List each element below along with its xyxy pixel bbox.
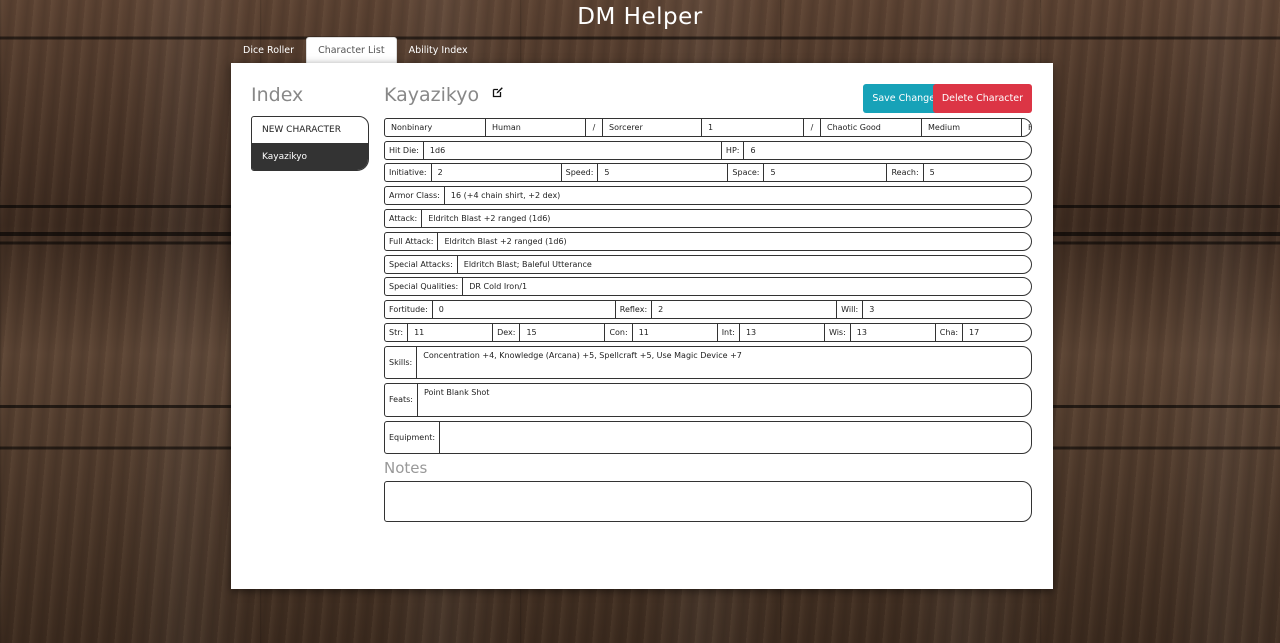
identity-row: Nonbinary Human / Sorcerer 1 / Chaotic G… (384, 117, 1032, 137)
separator: / (803, 118, 820, 136)
int-field[interactable]: 13 (738, 323, 824, 341)
character-list: NEW CHARACTER Kayazikyo (251, 116, 369, 171)
attack-field[interactable]: Eldritch Blast +2 ranged (1d6) (421, 209, 1031, 227)
separator: / (585, 118, 602, 136)
tab-ability-index[interactable]: Ability Index (397, 37, 480, 63)
cha-label: Cha: (934, 323, 962, 341)
character-index: Index NEW CHARACTER Kayazikyo (251, 83, 369, 171)
character-sheet: Kayazikyo Save Changes Delete Character … (384, 83, 1032, 523)
special-attacks-field[interactable]: Eldritch Blast; Baleful Utterance (456, 255, 1031, 273)
hp-field[interactable]: 6 (743, 141, 1031, 159)
dex-field[interactable]: 15 (519, 323, 604, 341)
hit-die-row: Hit Die: 1d6 HP: 6 (384, 140, 1032, 160)
attack-row: Attack: Eldritch Blast +2 ranged (1d6) (384, 208, 1032, 228)
equipment-row: Equipment: (384, 420, 1032, 455)
notes-title: Notes (384, 459, 428, 478)
wis-label: Wis: (823, 323, 850, 341)
reach-label: Reach: (886, 164, 922, 182)
special-qualities-field[interactable]: DR Cold Iron/1 (462, 278, 1031, 296)
int-label: Int: (716, 323, 739, 341)
full-attack-label: Full Attack: (389, 236, 434, 246)
armor-class-row: Armor Class: 16 (+4 chain shirt, +2 dex) (384, 186, 1032, 206)
content-panel: Index NEW CHARACTER Kayazikyo Kayazikyo … (231, 63, 1053, 589)
feats-field[interactable]: Point Blank Shot (417, 384, 1031, 416)
special-qualities-row: Special Qualities: DR Cold Iron/1 (384, 277, 1032, 297)
special-attacks-row: Special Attacks: Eldritch Blast; Baleful… (384, 254, 1032, 274)
full-attack-field[interactable]: Eldritch Blast +2 ranged (1d6) (437, 232, 1031, 250)
type-field[interactable]: Humanoid (1021, 118, 1031, 136)
skills-row: Skills: Concentration +4, Knowledge (Arc… (384, 345, 1032, 380)
con-field[interactable]: 11 (631, 323, 717, 341)
equipment-label: Equipment: (389, 432, 436, 442)
str-label: Str: (389, 327, 404, 337)
space-field[interactable]: 5 (763, 164, 886, 182)
fortitude-label: Fortitude: (389, 305, 428, 315)
gender-field[interactable]: Nonbinary (385, 119, 485, 136)
dex-label: Dex: (492, 323, 519, 341)
speed-label: Speed: (560, 164, 598, 182)
full-attack-row: Full Attack: Eldritch Blast +2 ranged (1… (384, 231, 1032, 251)
size-field[interactable]: Medium (921, 118, 1021, 136)
will-label: Will: (836, 301, 862, 319)
class-field[interactable]: Sorcerer (602, 118, 701, 136)
reflex-label: Reflex: (614, 301, 651, 319)
space-label: Space: (727, 164, 763, 182)
hp-label: HP: (720, 141, 744, 159)
initiative-row: Initiative: 2 Speed: 5 Space: 5 Reach: 5 (384, 163, 1032, 183)
alignment-field[interactable]: Chaotic Good (820, 118, 921, 136)
feats-row: Feats: Point Blank Shot (384, 383, 1032, 417)
character-header: Kayazikyo Save Changes Delete Character (384, 83, 1032, 114)
level-field[interactable]: 1 (701, 118, 803, 136)
armor-class-field[interactable]: 16 (+4 chain shirt, +2 dex) (443, 187, 1031, 205)
nav-tabs: Dice Roller Character List Ability Index (231, 37, 480, 63)
notes-field[interactable] (384, 481, 1032, 523)
special-qualities-label: Special Qualities: (389, 282, 459, 292)
list-item-new-character[interactable]: NEW CHARACTER (252, 117, 368, 143)
fortitude-field[interactable]: 0 (431, 301, 615, 319)
initiative-field[interactable]: 2 (430, 164, 561, 182)
race-field[interactable]: Human (485, 118, 585, 136)
hit-die-field[interactable]: 1d6 (422, 141, 721, 159)
armor-class-label: Armor Class: (389, 191, 440, 201)
speed-field[interactable]: 5 (597, 164, 727, 182)
hit-die-label: Hit Die: (389, 145, 419, 155)
ability-scores-row: Str: 11 Dex: 15 Con: 11 Int: 13 Wis: 13 … (384, 322, 1032, 342)
delete-character-button[interactable]: Delete Character (932, 84, 1032, 113)
wis-field[interactable]: 13 (849, 323, 935, 341)
initiative-label: Initiative: (389, 168, 427, 178)
reflex-field[interactable]: 2 (651, 301, 836, 319)
equipment-field[interactable] (439, 421, 1031, 454)
app-title: DM Helper (577, 4, 703, 30)
skills-label: Skills: (389, 358, 413, 368)
edit-icon[interactable] (492, 83, 504, 98)
tab-dice-roller[interactable]: Dice Roller (231, 37, 306, 63)
saves-row: Fortitude: 0 Reflex: 2 Will: 3 (384, 300, 1032, 320)
skills-field[interactable]: Concentration +4, Knowledge (Arcana) +5,… (416, 346, 1031, 379)
special-attacks-label: Special Attacks: (389, 259, 453, 269)
str-field[interactable]: 11 (407, 323, 492, 341)
character-name: Kayazikyo (384, 84, 480, 106)
will-field[interactable]: 3 (862, 301, 1031, 319)
con-label: Con: (604, 323, 631, 341)
index-title: Index (251, 84, 304, 106)
cha-field[interactable]: 17 (962, 323, 1031, 341)
attack-label: Attack: (389, 213, 418, 223)
feats-label: Feats: (389, 395, 413, 405)
list-item-kayazikyo[interactable]: Kayazikyo (252, 143, 368, 170)
reach-field[interactable]: 5 (922, 164, 1031, 182)
tab-character-list[interactable]: Character List (306, 37, 397, 63)
